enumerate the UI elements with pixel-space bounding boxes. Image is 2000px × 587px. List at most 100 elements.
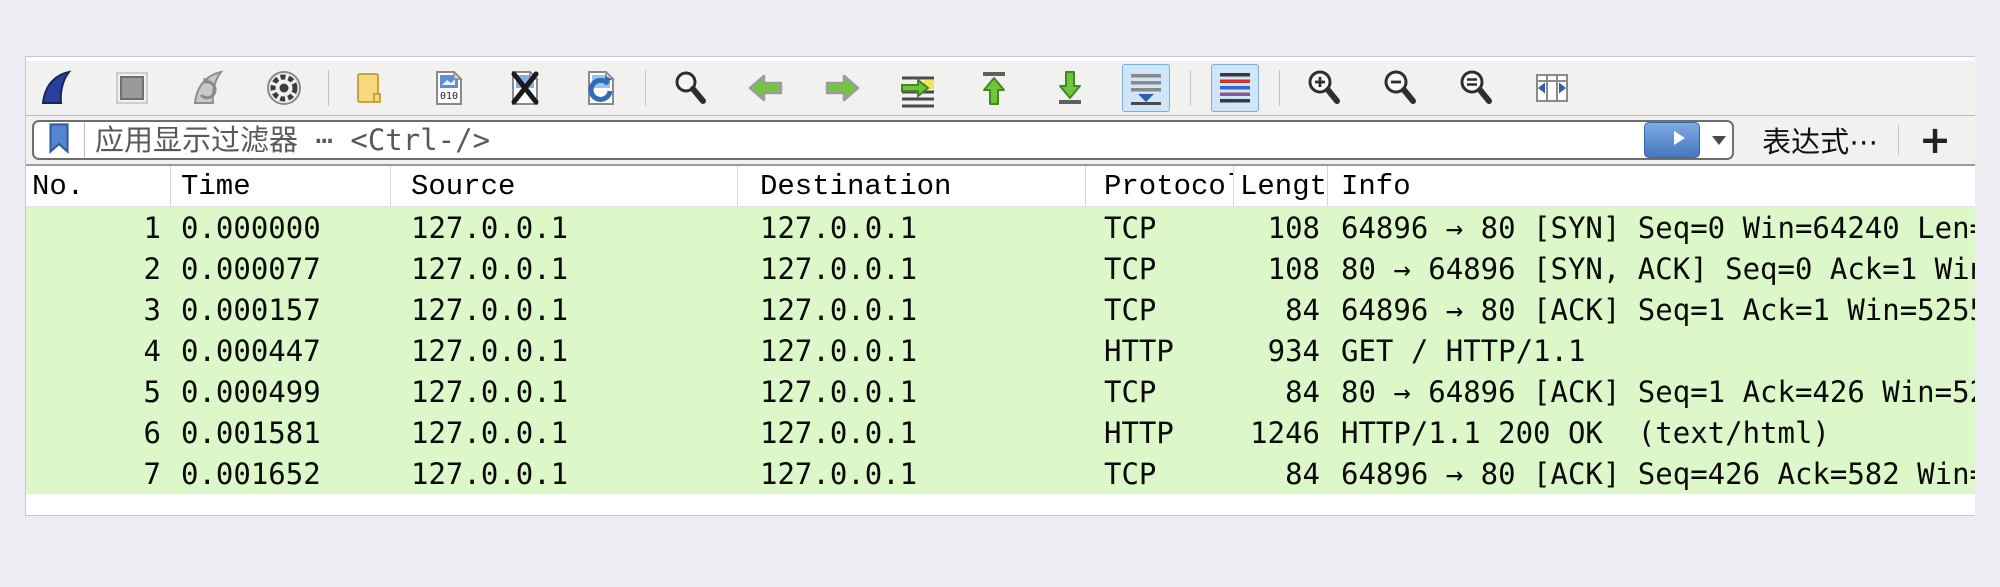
column-header-no[interactable]: No. <box>26 166 171 206</box>
cell-protocol: HTTP <box>1086 412 1234 453</box>
packet-rows: 10.000000127.0.0.1127.0.0.1TCP10864896 →… <box>26 207 1975 494</box>
reload-file-button[interactable] <box>577 64 625 112</box>
open-file-button[interactable] <box>349 64 397 112</box>
column-header-protocol[interactable]: Protocol <box>1086 166 1234 206</box>
stop-capture-button[interactable] <box>108 64 156 112</box>
bookmark-icon <box>42 121 76 159</box>
column-header-source[interactable]: Source <box>391 166 738 206</box>
cell-no: 2 <box>26 248 171 289</box>
table-row[interactable]: 30.000157127.0.0.1127.0.0.1TCP8464896 → … <box>26 289 1975 330</box>
save-file-button[interactable]: 010 <box>425 64 473 112</box>
capture-options-button[interactable] <box>260 64 308 112</box>
table-row[interactable]: 60.001581127.0.0.1127.0.0.1HTTP1246HTTP/… <box>26 412 1975 453</box>
shark-fin-reload-icon <box>188 68 228 108</box>
auto-scroll-button[interactable] <box>1122 64 1170 112</box>
table-row[interactable]: 10.000000127.0.0.1127.0.0.1TCP10864896 →… <box>26 207 1975 248</box>
packet-list-header: No. Time Source Destination Protocol Len… <box>26 166 1975 207</box>
table-row[interactable]: 20.000077127.0.0.1127.0.0.1TCP10880 → 64… <box>26 248 1975 289</box>
cell-destination: 127.0.0.1 <box>738 207 1086 248</box>
arrow-right-white-icon <box>1655 126 1689 154</box>
toolbar-separator <box>645 70 646 106</box>
arrow-right-green-icon <box>822 68 862 108</box>
cell-time: 0.001581 <box>171 412 391 453</box>
magnifier-minus-icon <box>1380 68 1420 108</box>
cell-info: HTTP/1.1 200 OK (text/html) <box>1328 412 1975 453</box>
arrow-down-bar-icon <box>1050 68 1090 108</box>
toolbar-separator <box>1279 70 1280 106</box>
magnifier-equal-icon <box>1456 68 1496 108</box>
table-arrows-icon <box>1532 68 1572 108</box>
cell-no: 4 <box>26 330 171 371</box>
cell-time: 0.000077 <box>171 248 391 289</box>
filter-history-dropdown[interactable] <box>1706 122 1732 158</box>
go-to-packet-button[interactable] <box>894 64 942 112</box>
chevron-down-icon <box>1712 136 1726 145</box>
column-header-destination[interactable]: Destination <box>738 166 1086 206</box>
colorize-button[interactable] <box>1211 64 1259 112</box>
toolbar-separator <box>1190 70 1191 106</box>
cell-no: 7 <box>26 453 171 494</box>
restart-capture-button[interactable] <box>184 64 232 112</box>
close-file-button[interactable] <box>501 64 549 112</box>
column-header-time[interactable]: Time <box>171 166 391 206</box>
cell-length: 84 <box>1234 289 1328 330</box>
cell-length: 84 <box>1234 453 1328 494</box>
wireshark-window: 010 <box>25 56 1975 516</box>
display-filter-field[interactable] <box>32 120 1734 160</box>
cell-source: 127.0.0.1 <box>391 330 738 371</box>
display-filter-bar: 表达式⋯ + <box>26 116 1975 166</box>
packet-list: No. Time Source Destination Protocol Len… <box>26 166 1975 494</box>
cell-length: 1246 <box>1234 412 1328 453</box>
expression-button[interactable]: 表达式⋯ <box>1748 119 1892 161</box>
toolbar-separator <box>328 70 329 106</box>
table-row[interactable]: 70.001652127.0.0.1127.0.0.1TCP8464896 → … <box>26 453 1975 494</box>
find-packet-button[interactable] <box>666 64 714 112</box>
cell-destination: 127.0.0.1 <box>738 371 1086 412</box>
cell-protocol: HTTP <box>1086 330 1234 371</box>
cell-info: 80 → 64896 [SYN, ACK] Seq=0 Ack=1 Win=6 <box>1328 248 1975 289</box>
start-capture-button[interactable] <box>32 64 80 112</box>
cell-time: 0.000157 <box>171 289 391 330</box>
folder-icon <box>353 68 393 108</box>
column-header-info[interactable]: Info <box>1328 166 1975 206</box>
display-filter-input[interactable] <box>85 122 1644 158</box>
cell-no: 1 <box>26 207 171 248</box>
cell-source: 127.0.0.1 <box>391 371 738 412</box>
cell-time: 0.000447 <box>171 330 391 371</box>
cell-destination: 127.0.0.1 <box>738 289 1086 330</box>
cell-info: GET / HTTP/1.1 <box>1328 330 1975 371</box>
resize-columns-button[interactable] <box>1528 64 1576 112</box>
table-row[interactable]: 50.000499127.0.0.1127.0.0.1TCP8480 → 648… <box>26 371 1975 412</box>
cell-source: 127.0.0.1 <box>391 412 738 453</box>
cell-protocol: TCP <box>1086 289 1234 330</box>
screen: { "app": {"name": "Wireshark"}, "toolbar… <box>0 0 2000 587</box>
document-reload-icon <box>581 68 621 108</box>
arrow-into-lines-icon <box>898 68 938 108</box>
go-last-packet-button[interactable] <box>1046 64 1094 112</box>
cell-destination: 127.0.0.1 <box>738 412 1086 453</box>
apply-filter-button[interactable] <box>1644 122 1700 158</box>
go-first-packet-button[interactable] <box>970 64 1018 112</box>
zoom-in-button[interactable] <box>1300 64 1348 112</box>
go-forward-button[interactable] <box>818 64 866 112</box>
cell-time: 0.001652 <box>171 453 391 494</box>
cell-source: 127.0.0.1 <box>391 289 738 330</box>
cell-destination: 127.0.0.1 <box>738 248 1086 289</box>
cell-source: 127.0.0.1 <box>391 207 738 248</box>
document-010-icon: 010 <box>429 68 469 108</box>
filterbar-separator <box>1898 125 1899 155</box>
filter-bookmark-button[interactable] <box>34 122 85 158</box>
magnifier-plus-icon <box>1304 68 1344 108</box>
zoom-reset-button[interactable] <box>1452 64 1500 112</box>
zoom-out-button[interactable] <box>1376 64 1424 112</box>
cell-protocol: TCP <box>1086 207 1234 248</box>
cell-destination: 127.0.0.1 <box>738 453 1086 494</box>
cell-no: 6 <box>26 412 171 453</box>
magnifier-icon <box>670 68 710 108</box>
column-header-length[interactable]: Length <box>1234 166 1328 206</box>
add-filter-button[interactable]: + <box>1905 125 1965 155</box>
go-back-button[interactable] <box>742 64 790 112</box>
cell-no: 3 <box>26 289 171 330</box>
table-row[interactable]: 40.000447127.0.0.1127.0.0.1HTTP934GET / … <box>26 330 1975 371</box>
stop-square-icon <box>112 68 152 108</box>
